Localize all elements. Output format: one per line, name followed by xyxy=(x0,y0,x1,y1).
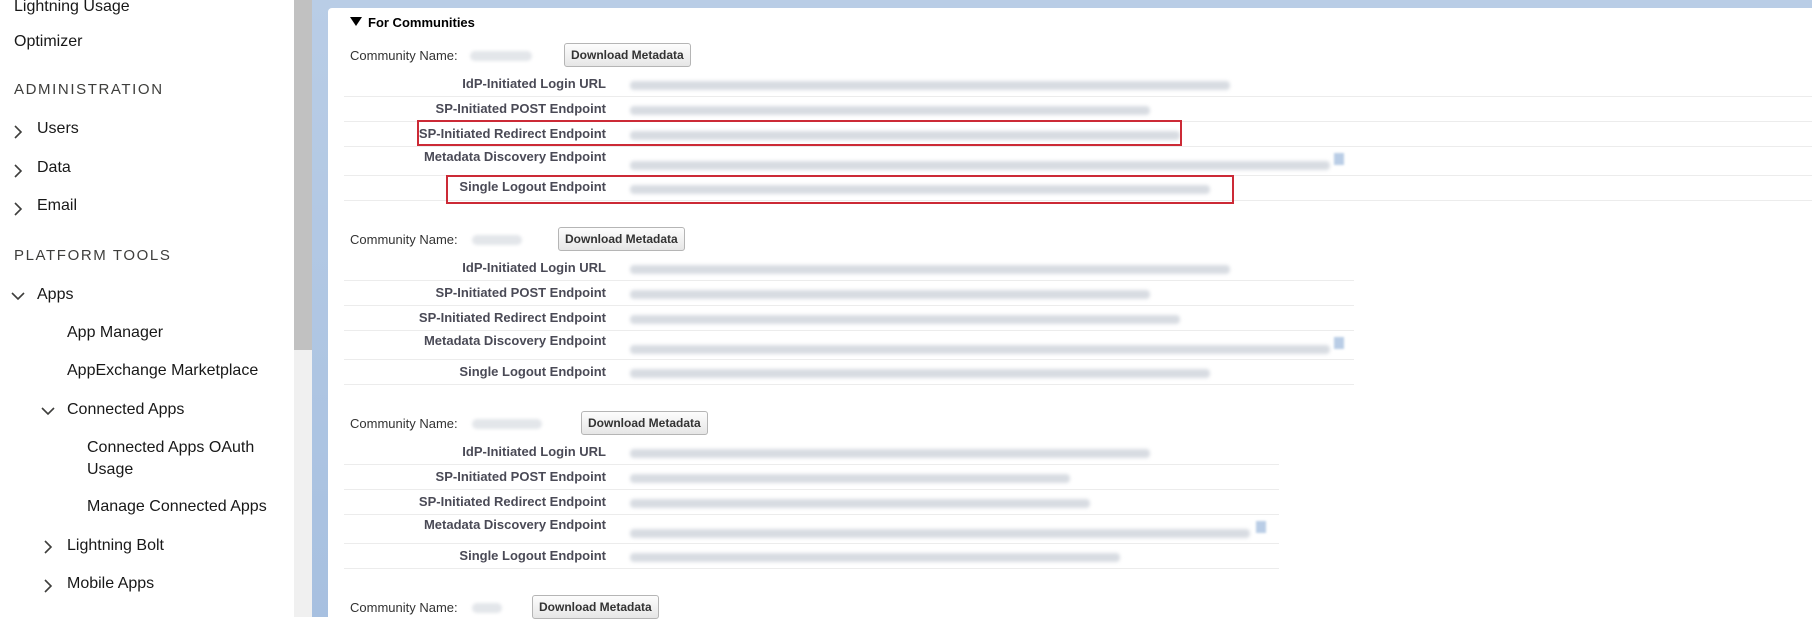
table-row: Single Logout Endpoint xyxy=(344,360,1354,385)
url-value-redacted xyxy=(630,345,1330,354)
chevron-right-icon[interactable] xyxy=(39,538,57,556)
nav-item-appexchange-marketplace[interactable]: AppExchange Marketplace xyxy=(67,360,258,382)
table-row: SP-Initiated POST Endpoint xyxy=(344,281,1354,306)
sidebar-scrollbar[interactable] xyxy=(294,0,312,617)
url-value-redacted xyxy=(630,369,1210,378)
url-value-redacted xyxy=(630,474,1070,483)
row-label: Metadata Discovery Endpoint xyxy=(423,333,606,348)
url-value-redacted xyxy=(630,81,1230,90)
community-name-label: Community Name: xyxy=(350,232,458,247)
table-row: SP-Initiated POST Endpoint xyxy=(344,97,1812,122)
nav-item-apps[interactable]: Apps xyxy=(37,284,73,306)
setup-sidebar: Lightning Usage Optimizer ADMINISTRATION… xyxy=(0,0,294,617)
table-row: IdP-Initiated Login URL xyxy=(344,440,1279,465)
table-row: SP-Initiated POST Endpoint xyxy=(344,465,1279,490)
highlight-box-redirect-endpoint xyxy=(417,120,1182,146)
chevron-down-icon[interactable] xyxy=(39,402,57,420)
copy-icon[interactable] xyxy=(1334,153,1344,165)
community-name-value-redacted xyxy=(472,603,502,613)
community-name-value-redacted xyxy=(472,419,542,429)
nav-item-connected-apps-oauth[interactable]: Connected Apps OAuth xyxy=(87,437,254,459)
table-row: SP-Initiated Redirect Endpoint xyxy=(344,306,1354,331)
row-label: IdP-Initiated Login URL xyxy=(462,260,606,275)
url-value-redacted xyxy=(630,449,1150,458)
community-name-value-redacted xyxy=(472,235,522,245)
table-row: SP-Initiated Redirect Endpoint xyxy=(344,490,1279,515)
nav-item-lightning-usage[interactable]: Lightning Usage xyxy=(14,0,130,18)
community-name-value-redacted xyxy=(470,51,532,61)
collapse-triangle-icon[interactable] xyxy=(350,17,362,26)
download-metadata-button[interactable]: Download Metadata xyxy=(564,43,691,67)
chevron-right-icon[interactable] xyxy=(39,577,57,595)
nav-item-optimizer[interactable]: Optimizer xyxy=(14,31,82,53)
chevron-right-icon[interactable] xyxy=(9,123,27,141)
chevron-right-icon[interactable] xyxy=(9,162,27,180)
section-title: For Communities xyxy=(368,15,475,30)
row-label: Metadata Discovery Endpoint xyxy=(423,149,606,164)
scrollbar-thumb[interactable] xyxy=(294,0,312,350)
nav-item-manage-connected-apps[interactable]: Manage Connected Apps xyxy=(87,496,267,518)
row-label: Single Logout Endpoint xyxy=(459,364,606,379)
community-name-label: Community Name: xyxy=(350,416,458,431)
section-header[interactable]: For Communities xyxy=(350,14,475,32)
nav-section-platform-tools: PLATFORM TOOLS xyxy=(14,247,172,264)
row-label: SP-Initiated Redirect Endpoint xyxy=(418,494,606,509)
nav-item-connected-apps[interactable]: Connected Apps xyxy=(67,399,184,421)
table-row: Metadata Discovery Endpoint xyxy=(344,331,1354,360)
nav-item-app-manager[interactable]: App Manager xyxy=(67,322,163,344)
row-label: IdP-Initiated Login URL xyxy=(462,444,606,459)
row-label: SP-Initiated POST Endpoint xyxy=(435,285,606,300)
row-label: Metadata Discovery Endpoint xyxy=(423,517,606,532)
copy-icon[interactable] xyxy=(1256,521,1266,533)
table-row: Single Logout Endpoint xyxy=(344,544,1279,569)
nav-item-lightning-bolt[interactable]: Lightning Bolt xyxy=(67,535,164,557)
url-value-redacted xyxy=(630,161,1330,170)
url-value-redacted xyxy=(630,290,1150,299)
row-label: SP-Initiated Redirect Endpoint xyxy=(418,310,606,325)
row-label: Single Logout Endpoint xyxy=(459,548,606,563)
nav-item-users[interactable]: Users xyxy=(37,118,79,140)
url-value-redacted xyxy=(630,265,1230,274)
copy-icon[interactable] xyxy=(1334,337,1344,349)
row-label: SP-Initiated POST Endpoint xyxy=(435,469,606,484)
nav-item-data[interactable]: Data xyxy=(37,157,71,179)
chevron-right-icon[interactable] xyxy=(9,200,27,218)
download-metadata-button[interactable]: Download Metadata xyxy=(581,411,708,435)
nav-item-mobile-apps[interactable]: Mobile Apps xyxy=(67,573,154,595)
community-name-label: Community Name: xyxy=(350,48,458,63)
url-value-redacted xyxy=(630,553,1120,562)
download-metadata-button[interactable]: Download Metadata xyxy=(558,227,685,251)
nav-item-email[interactable]: Email xyxy=(37,195,77,217)
url-value-redacted xyxy=(630,499,1090,508)
url-value-redacted xyxy=(630,315,1180,324)
nav-section-administration: ADMINISTRATION xyxy=(14,81,164,98)
row-label: IdP-Initiated Login URL xyxy=(462,76,606,91)
chevron-down-icon[interactable] xyxy=(9,287,27,305)
url-value-redacted xyxy=(630,529,1250,538)
community-name-label: Community Name: xyxy=(350,600,458,615)
highlight-box-single-logout xyxy=(446,175,1234,204)
table-row: IdP-Initiated Login URL xyxy=(344,256,1354,281)
download-metadata-button[interactable]: Download Metadata xyxy=(532,595,659,619)
table-row: Metadata Discovery Endpoint xyxy=(344,515,1279,544)
row-label: SP-Initiated POST Endpoint xyxy=(435,101,606,116)
table-row: Metadata Discovery Endpoint xyxy=(344,147,1812,176)
table-row: IdP-Initiated Login URL xyxy=(344,72,1812,97)
url-value-redacted xyxy=(630,106,1150,115)
nav-item-connected-apps-oauth-usage[interactable]: Usage xyxy=(87,459,133,481)
